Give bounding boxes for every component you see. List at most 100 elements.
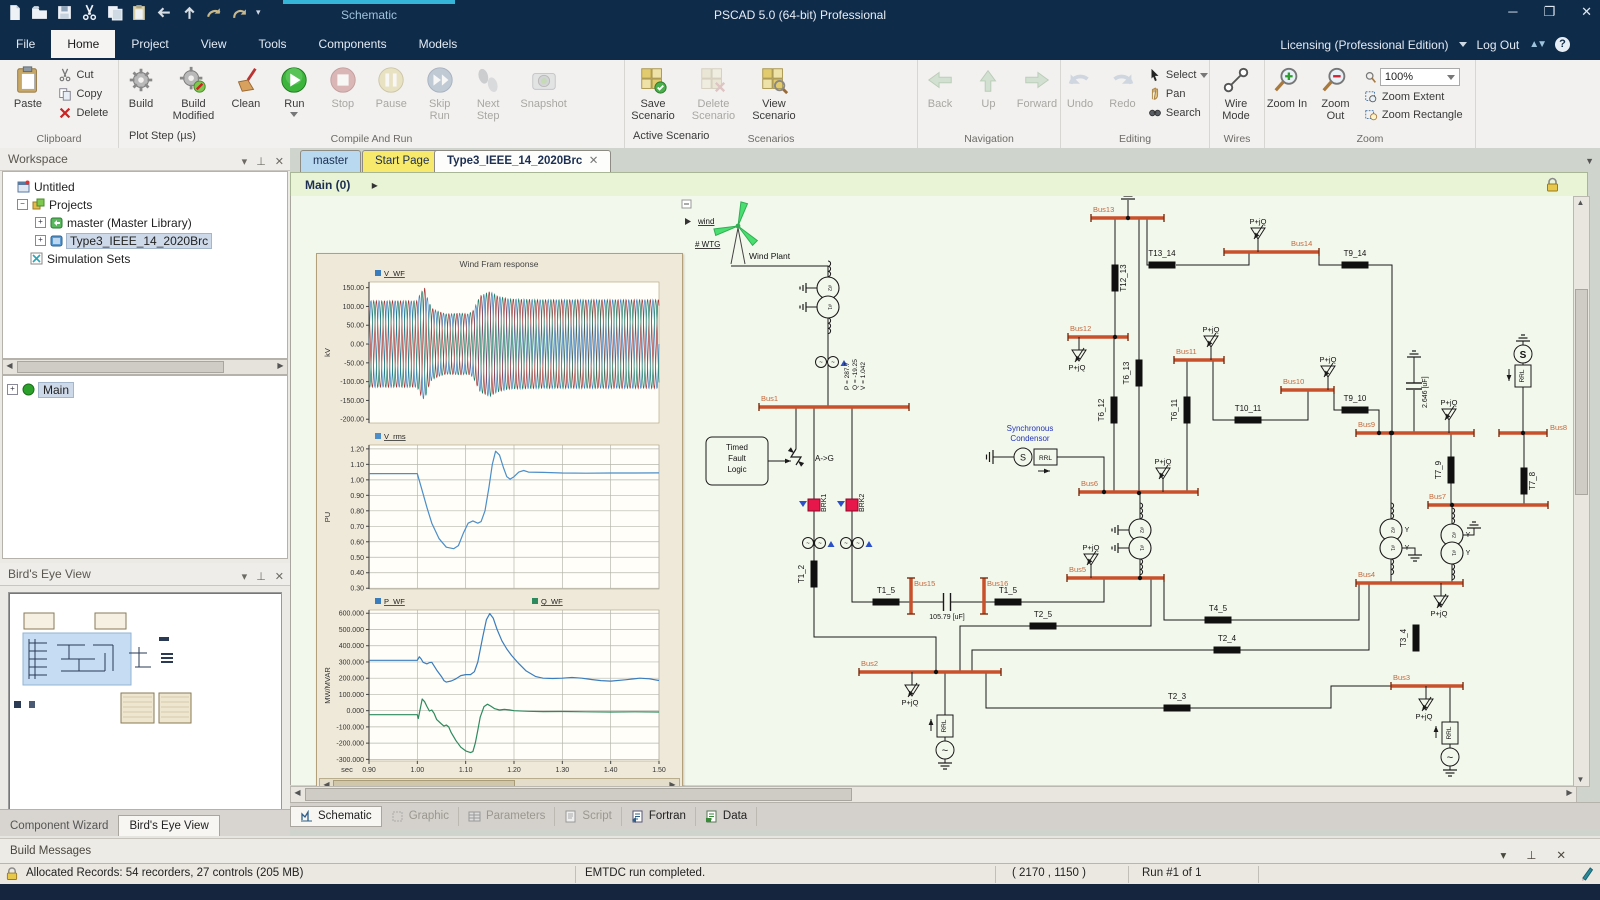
- copy-icon[interactable]: [106, 4, 123, 21]
- capacitor[interactable]: 2.646 [uF]: [1406, 351, 1429, 408]
- fixed-load[interactable]: P+jQ: [1431, 583, 1448, 618]
- tree-item-main[interactable]: + Main: [7, 381, 73, 398]
- menu-file[interactable]: File: [0, 30, 51, 58]
- capacitor[interactable]: 105.79 [uF]: [929, 593, 964, 621]
- tree-item-simulation-sets[interactable]: Simulation Sets: [17, 250, 130, 267]
- clean-button[interactable]: Clean: [224, 65, 268, 110]
- birdseye-menu-icon[interactable]: ▾: [242, 566, 248, 588]
- schematic-canvas[interactable]: wind# WTGWind PlantBus1Bus2Bus3Bus4Bus5B…: [290, 196, 1576, 785]
- chart-1[interactable]: 1.201.101.000.900.800.700.600.500.400.30…: [323, 432, 659, 593]
- new-document-icon[interactable]: [6, 4, 23, 21]
- tab-fortran[interactable]: Fortran: [622, 807, 696, 826]
- build-modified-button[interactable]: Build Modified: [167, 65, 219, 122]
- bus-bus1[interactable]: Bus1: [759, 394, 909, 411]
- chart-2[interactable]: 600.000500.000400.000300.000200.000100.0…: [323, 597, 666, 774]
- bus-bus10[interactable]: Bus10: [1281, 377, 1334, 394]
- transformer-t2_4[interactable]: T2_4: [1214, 634, 1241, 654]
- measurement-meters[interactable]: ~~: [816, 357, 848, 368]
- contextual-tab-schematic[interactable]: Schematic: [283, 8, 455, 22]
- select-button[interactable]: Select: [1148, 68, 1209, 82]
- transformer-t6_12[interactable]: T6_12: [1097, 397, 1118, 424]
- transformer-t9_14[interactable]: T9_14: [1342, 249, 1369, 269]
- transformer-t1_5[interactable]: T1_5: [873, 586, 900, 606]
- measurement-meters[interactable]: ~~: [841, 538, 873, 549]
- plot-frame[interactable]: Wind Fram response150.00100.0050.000.00-…: [316, 253, 683, 795]
- two-winding-transformer[interactable]: #2#1YY: [1380, 503, 1422, 575]
- source-rrl[interactable]: RRL~: [929, 715, 954, 769]
- transformer-t7_9[interactable]: T7_9: [1434, 457, 1455, 484]
- licensing-menu[interactable]: Licensing (Professional Edition): [1280, 38, 1448, 52]
- bus-bus3[interactable]: Bus3: [1391, 673, 1463, 690]
- fixed-load[interactable]: P+jQ: [1416, 686, 1433, 721]
- qat-more-icon[interactable]: ▾: [256, 7, 261, 18]
- licensing-caret-icon[interactable]: [1459, 42, 1467, 47]
- up-arrow-icon[interactable]: [181, 4, 198, 21]
- synchronous-condenser[interactable]: SRRLSynchronousCondensor: [987, 424, 1058, 473]
- wire-mode-button[interactable]: Wire Mode: [1214, 65, 1258, 122]
- transformer-t6_11[interactable]: T6_11: [1170, 397, 1191, 424]
- workspace-tree-scrollbar[interactable]: ◀ ▶: [2, 359, 288, 375]
- wire[interactable]: [1213, 360, 1235, 420]
- transformer-t7_8[interactable]: T7_8: [1521, 468, 1538, 495]
- chart-0[interactable]: 150.00100.0050.000.00-50.00-100.00-150.0…: [323, 269, 659, 424]
- transformer-t1_5[interactable]: T1_5: [995, 586, 1022, 606]
- redo-curve-icon[interactable]: [206, 4, 223, 21]
- bus-bus2[interactable]: Bus2: [859, 659, 1001, 676]
- tree-item-type3-project[interactable]: + Type3_IEEE_14_2020Brc: [35, 232, 211, 249]
- undo-arrow-icon[interactable]: [156, 4, 173, 21]
- menu-components[interactable]: Components: [303, 30, 403, 58]
- canvas-vscrollbar[interactable]: ▲ ▼: [1573, 196, 1590, 787]
- tab-birdseye-view[interactable]: Bird's Eye View: [118, 815, 219, 836]
- bus-bus8[interactable]: Bus8: [1499, 423, 1567, 437]
- zoom-out-button[interactable]: Zoom Out: [1313, 65, 1357, 122]
- fixed-load[interactable]: P+jQ: [1069, 337, 1086, 372]
- source-rrl[interactable]: RRLS: [1507, 335, 1532, 387]
- maximize-button[interactable]: ❐: [1543, 4, 1555, 20]
- tab-schematic[interactable]: Schematic: [290, 806, 382, 827]
- workspace-close-icon[interactable]: ✕: [275, 151, 284, 173]
- transformer-t13_14[interactable]: T13_14: [1148, 249, 1176, 269]
- save-scenario-button[interactable]: Save Scenario: [625, 65, 681, 122]
- transformer-t2_3[interactable]: T2_3: [1164, 692, 1191, 712]
- fixed-load[interactable]: P+jQ: [1203, 325, 1220, 360]
- breadcrumb[interactable]: Main (0): [305, 178, 350, 192]
- wind-plant[interactable]: wind# WTGWind Plant: [682, 200, 791, 264]
- search-button[interactable]: Search: [1148, 106, 1209, 120]
- zoom-rectangle-button[interactable]: Zoom Rectangle: [1364, 108, 1463, 122]
- tree-item-projects[interactable]: − Projects: [17, 196, 92, 213]
- menu-view[interactable]: View: [185, 30, 243, 58]
- tree-item-untitled[interactable]: Untitled: [17, 178, 75, 195]
- wire[interactable]: [1176, 252, 1249, 265]
- wire[interactable]: [1164, 578, 1359, 620]
- two-winding-transformer[interactable]: #2#1: [1112, 503, 1151, 575]
- menu-project[interactable]: Project: [115, 30, 184, 58]
- wire[interactable]: [1368, 265, 1392, 433]
- menu-home[interactable]: Home: [51, 30, 115, 58]
- wire[interactable]: [814, 407, 936, 672]
- delete-button[interactable]: Delete: [58, 106, 108, 120]
- tab-master[interactable]: master: [300, 150, 361, 172]
- save-icon[interactable]: [56, 4, 73, 21]
- transformer-t2_5[interactable]: T2_5: [1030, 610, 1057, 630]
- close-button[interactable]: ✕: [1581, 4, 1592, 20]
- zoom-extent-button[interactable]: Zoom Extent: [1364, 90, 1463, 104]
- bus-bus11[interactable]: Bus11: [1174, 347, 1224, 364]
- fixed-load[interactable]: P+jQ: [902, 672, 919, 707]
- wire[interactable]: [1319, 252, 1343, 265]
- measurement-meters[interactable]: ~~: [803, 538, 835, 549]
- menu-tools[interactable]: Tools: [243, 30, 303, 58]
- transformer-t4_5[interactable]: T4_5: [1205, 604, 1232, 624]
- zoom-level-select[interactable]: 100%: [1380, 68, 1460, 86]
- wire[interactable]: [986, 672, 1391, 708]
- tab-type3-project[interactable]: Type3_IEEE_14_2020Brc ✕: [434, 150, 611, 172]
- minimize-button[interactable]: ─: [1508, 4, 1517, 20]
- tab-start-page[interactable]: Start Page: [362, 150, 442, 172]
- breadcrumb-caret-icon[interactable]: ▸: [372, 178, 378, 192]
- timed-fault-logic[interactable]: TimedFaultLogicA->G: [706, 437, 834, 485]
- fixed-load[interactable]: P+jQ: [1250, 217, 1267, 252]
- tab-close-icon[interactable]: ✕: [589, 155, 599, 167]
- cut-icon[interactable]: [81, 4, 98, 21]
- canvas-hscrollbar[interactable]: ◀ ▶: [290, 786, 1577, 803]
- bus-bus9[interactable]: Bus9: [1356, 420, 1474, 437]
- menu-models[interactable]: Models: [403, 30, 474, 58]
